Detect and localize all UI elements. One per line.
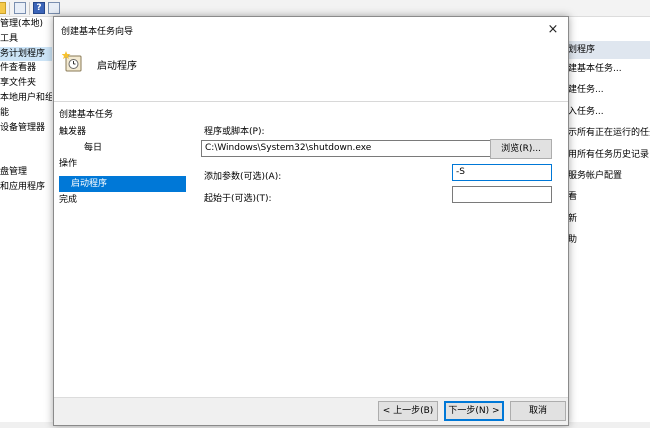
actions-header: 划程序	[566, 41, 650, 59]
step-start-program[interactable]: 启动程序	[59, 176, 186, 192]
view-icon[interactable]	[14, 2, 26, 14]
wizard-body: 创建基本任务 触发器 每日 操作 启动程序 完成 程序或脚本(P): C:\Wi…	[54, 102, 568, 397]
program-label: 程序或脚本(P):	[204, 127, 265, 137]
start-in-label: 起始于(可选)(T):	[204, 194, 272, 204]
back-button[interactable]: < 上一步(B)	[378, 401, 438, 421]
start-in-input[interactable]	[452, 186, 552, 203]
action-item[interactable]: 入任务...	[566, 102, 650, 123]
browse-button[interactable]: 浏览(R)...	[490, 139, 552, 159]
properties-icon[interactable]	[48, 2, 60, 14]
action-item[interactable]: 建基本任务...	[566, 59, 650, 80]
tree-item[interactable]: 和应用程序	[0, 180, 52, 195]
arguments-input[interactable]: -S	[452, 164, 552, 181]
create-basic-task-wizard: 创建基本任务向导 × 启动程序 创建基本任务 触发器 每日 操作 启动程序 完成…	[53, 16, 569, 426]
tree-item[interactable]: 享文件夹	[0, 76, 52, 91]
tree-item[interactable]	[0, 135, 52, 150]
tree-item[interactable]: 本地用户和组	[0, 91, 52, 106]
wizard-steps-panel: 创建基本任务 触发器 每日 操作 启动程序 完成	[54, 102, 186, 397]
arguments-label: 添加参数(可选)(A):	[204, 172, 282, 182]
tree-item[interactable]: 工具	[0, 32, 52, 47]
cancel-button[interactable]: 取消	[510, 401, 566, 421]
action-item[interactable]: 用所有任务历史记录	[566, 145, 650, 166]
steps-heading: 创建基本任务	[59, 110, 114, 120]
wizard-header-title: 启动程序	[97, 61, 137, 72]
folder-icon[interactable]	[0, 2, 6, 14]
step-action[interactable]: 操作	[59, 156, 184, 172]
next-button[interactable]: 下一步(N) >	[444, 401, 504, 421]
tree-item[interactable]: 能	[0, 106, 52, 121]
action-item[interactable]: 助	[566, 230, 650, 251]
tree-item[interactable]: 件查看器	[0, 61, 52, 76]
actions-pane: 划程序 建基本任务... 建任务... 入任务... 示所有正在运行的任务 用所有任务历…	[566, 17, 650, 428]
tree-item[interactable]: 设备管理器	[0, 121, 52, 136]
program-input[interactable]: C:\Windows\System32\shutdown.exe	[201, 140, 534, 157]
tree-list: 管理(本地) 工具 务计划程序 件查看器 享文件夹 本地用户和组能设备管理器盘管理 和应用程…	[0, 17, 52, 195]
tree-item[interactable]: 务计划程序	[0, 46, 52, 62]
scheduled-task-icon	[61, 51, 82, 72]
wizard-header: 启动程序	[54, 43, 568, 102]
step-trigger[interactable]: 触发器	[59, 124, 184, 140]
action-item[interactable]: 新	[566, 209, 650, 230]
help-icon[interactable]: ?	[33, 2, 45, 14]
footer-divider	[54, 397, 568, 398]
action-item[interactable]: 示所有正在运行的任务	[566, 123, 650, 144]
tree-item[interactable]: 盘管理	[0, 165, 52, 180]
step-finish[interactable]: 完成	[59, 192, 184, 208]
action-item[interactable]: 建任务...	[566, 80, 650, 101]
step-daily[interactable]: 每日	[84, 140, 184, 156]
action-item[interactable]: 看	[566, 187, 650, 208]
console-tree: 管理(本地) 工具 务计划程序 件查看器 享文件夹 本地用户和组能设备管理器盘管理 和应用程…	[0, 17, 52, 428]
mmc-toolbar: ?	[0, 0, 650, 17]
close-button[interactable]: ×	[538, 17, 568, 43]
toolbar-separator	[29, 2, 30, 15]
dialog-titlebar[interactable]: 创建基本任务向导 ×	[54, 17, 568, 43]
action-item[interactable]: 服务帐户配置	[566, 166, 650, 187]
toolbar-separator	[9, 2, 10, 15]
tree-item[interactable]	[0, 150, 52, 165]
actions-list: 建基本任务... 建任务... 入任务... 示所有正在运行的任务 用所有任务历史记录服…	[566, 59, 650, 252]
dialog-title: 创建基本任务向导	[61, 27, 134, 37]
tree-item[interactable]: 管理(本地)	[0, 17, 52, 32]
